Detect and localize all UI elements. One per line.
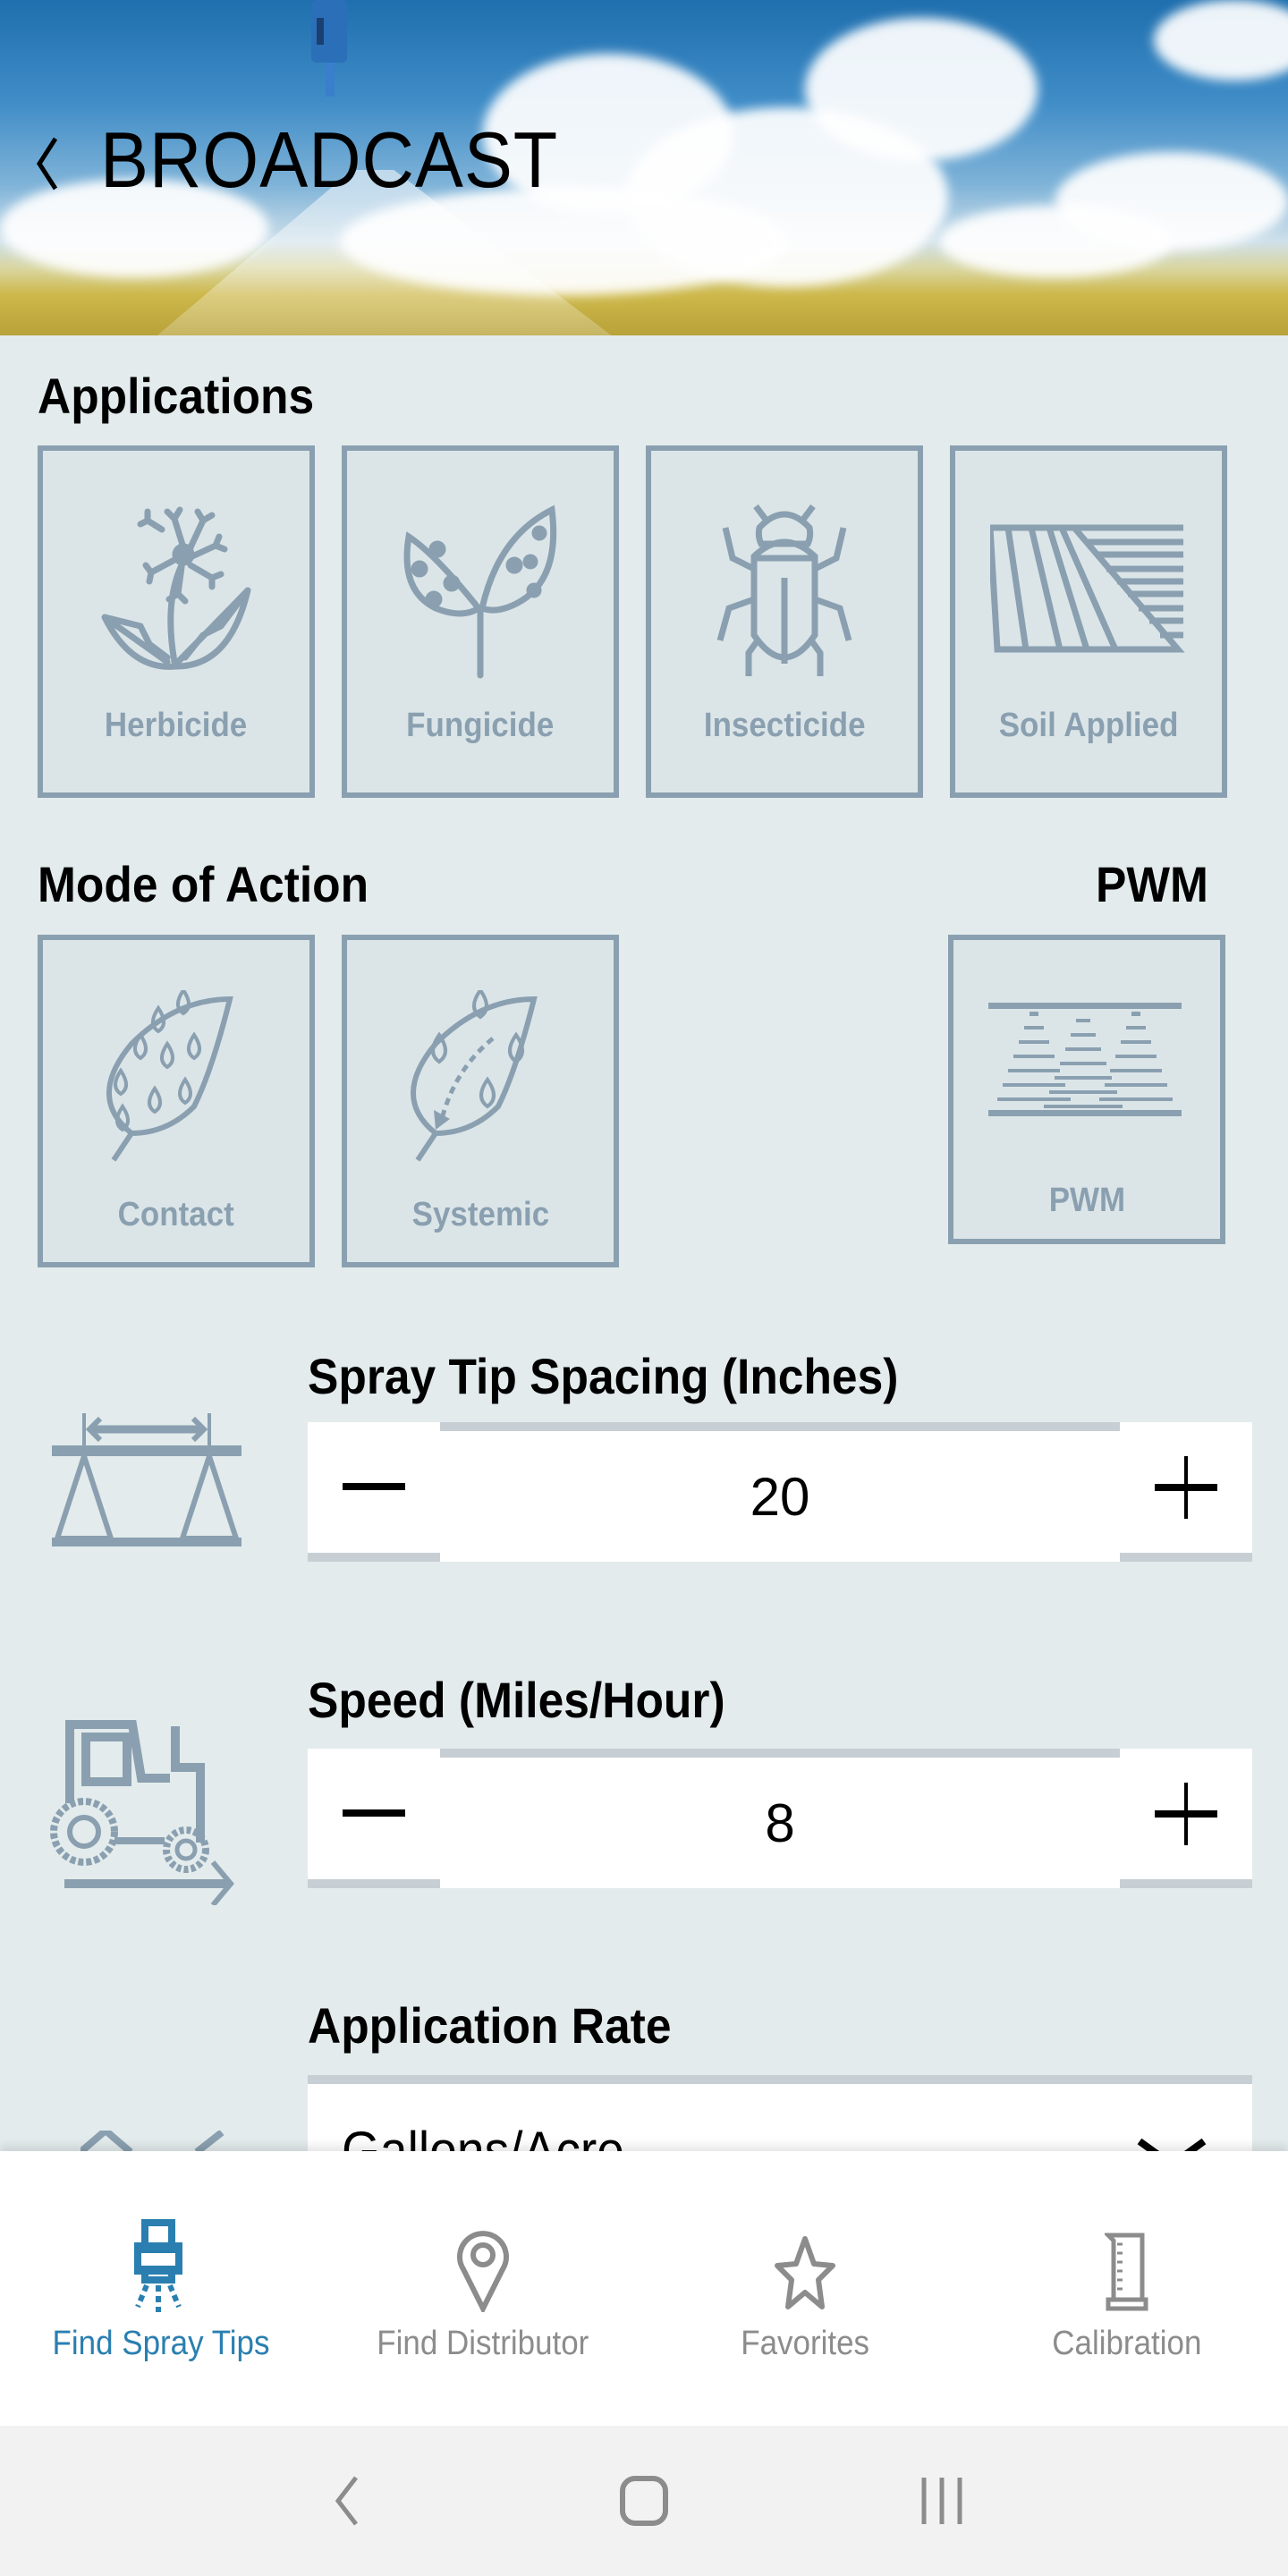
tile-label: Soil Applied [998,707,1179,744]
field-rows-icon [990,524,1185,653]
spotted-leaves-icon [403,504,557,679]
application-rate-label: Application Rate [308,1997,672,2054]
system-recents-icon [921,2478,962,2524]
map-pin-icon [457,2231,509,2312]
nav-favorites[interactable]: Favorites [644,2151,966,2426]
graduated-cylinder-icon [1105,2233,1148,2311]
system-home-button[interactable] [590,2456,698,2546]
pwm-heading: PWM [1096,856,1208,912]
plus-icon [1155,1456,1217,1519]
system-recents-button[interactable] [888,2456,996,2546]
back-button[interactable] [32,132,68,195]
spacing-decrement-button[interactable] [308,1422,440,1562]
system-home-icon [619,2476,668,2526]
header-hero-image: BROADCAST [0,0,1288,335]
tile-label: Contact [117,1196,235,1233]
tile-label: Systemic [411,1196,549,1233]
tile-fungicide[interactable]: Fungicide [342,445,619,798]
application-rate-icon [80,2131,225,2152]
bottom-nav: Find Spray Tips Find Distributor Favorit… [0,2151,1288,2426]
nav-find-spray-tips[interactable]: Find Spray Tips [0,2151,322,2426]
spacing-value-input[interactable]: 20 [440,1422,1120,1562]
tile-systemic[interactable]: Systemic [342,935,619,1267]
nav-label: Find Spray Tips [52,2325,270,2362]
speed-increment-button[interactable] [1120,1749,1252,1888]
tile-pwm[interactable]: PWM [948,935,1225,1244]
minus-icon [343,1483,405,1490]
leaf-droplets-icon [106,990,233,1162]
tile-label: PWM [1048,1182,1125,1219]
dandelion-icon [101,506,251,670]
tile-soil-applied[interactable]: Soil Applied [950,445,1227,798]
tile-insecticide[interactable]: Insecticide [646,445,923,798]
system-back-button[interactable] [292,2456,400,2546]
system-back-icon [335,2476,358,2526]
nav-label: Calibration [1052,2325,1202,2362]
star-icon [775,2236,835,2309]
nozzle-image [311,0,347,97]
tile-label: Insecticide [703,707,866,744]
spacing-stepper: 20 [308,1422,1252,1562]
nav-calibration[interactable]: Calibration [966,2151,1288,2426]
speed-value-input[interactable]: 8 [440,1749,1120,1888]
nav-find-distributor[interactable]: Find Distributor [322,2151,644,2426]
mode-of-action-heading: Mode of Action [38,856,369,912]
page-title: BROADCAST [100,115,559,204]
nav-label: Favorites [741,2325,869,2362]
nozzle-spacing-icon [52,1413,242,1546]
pwm-spray-icon [988,1003,1182,1116]
spacing-label: Spray Tip Spacing (Inches) [308,1348,899,1404]
plus-icon [1155,1783,1217,1845]
nav-label: Find Distributor [377,2325,589,2362]
spray-nozzle-icon [134,2219,182,2312]
tile-label: Fungicide [406,707,555,744]
tile-herbicide[interactable]: Herbicide [38,445,315,798]
minus-icon [343,1809,405,1817]
spacing-increment-button[interactable] [1120,1422,1252,1562]
leaf-systemic-icon [411,990,538,1162]
tile-contact[interactable]: Contact [38,935,315,1267]
speed-label: Speed (Miles/Hour) [308,1672,725,1728]
applications-heading: Applications [38,368,315,424]
chevron-left-icon [37,137,58,191]
beetle-icon [716,504,852,676]
speed-stepper: 8 [308,1749,1252,1888]
tractor-icon [50,1720,234,1905]
tile-label: Herbicide [105,707,248,744]
system-nav-bar [0,2426,1288,2576]
speed-decrement-button[interactable] [308,1749,440,1888]
